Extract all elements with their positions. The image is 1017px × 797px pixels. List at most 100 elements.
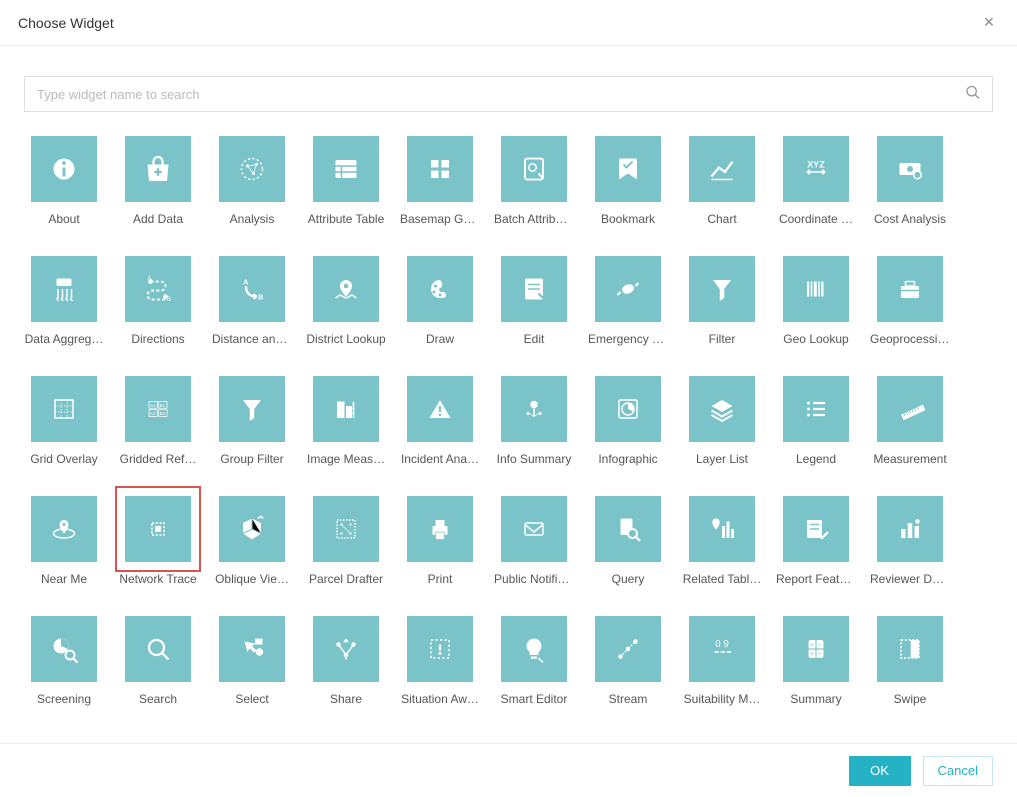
palette-icon (407, 256, 473, 322)
widget-label: Smart Editor (494, 692, 574, 706)
widget-label: Incident Ana… (400, 452, 480, 466)
widget-district-lookup[interactable]: District Lookup (306, 256, 386, 346)
search-input[interactable] (24, 76, 993, 112)
widget-print[interactable]: Print (400, 496, 480, 586)
widget-oblique-viewer[interactable]: Oblique Vie… (212, 496, 292, 586)
dialog-content: AboutAdd DataAnalysisAttribute TableBase… (0, 46, 1017, 743)
widget-swipe[interactable]: Swipe (870, 616, 950, 706)
widget-network-trace[interactable]: Network Trace (118, 496, 198, 586)
widget-label: Data Aggreg… (24, 332, 104, 346)
widget-summary[interactable]: +−×÷Summary (776, 616, 856, 706)
widget-gridded-ref[interactable]: A1B1A2B2Gridded Ref… (118, 376, 198, 466)
widget-incident-analysis[interactable]: Incident Ana… (400, 376, 480, 466)
widget-geoprocessing[interactable]: Geoprocessing (870, 256, 950, 346)
widget-label: Stream (588, 692, 668, 706)
search-wrap (24, 76, 993, 112)
widget-grid: AboutAdd DataAnalysisAttribute TableBase… (24, 136, 981, 706)
toolbox-icon (877, 256, 943, 322)
bars-mark-icon (877, 496, 943, 562)
widget-situation-aware[interactable]: Situation Aw… (400, 616, 480, 706)
widget-label: Image Meas… (306, 452, 386, 466)
widget-add-data[interactable]: Add Data (118, 136, 198, 226)
widget-chart[interactable]: Chart (682, 136, 762, 226)
widget-bookmark[interactable]: Bookmark (588, 136, 668, 226)
circle-net-icon (219, 136, 285, 202)
widget-smart-editor[interactable]: Smart Editor (494, 616, 574, 706)
widget-coordinate-conv[interactable]: XYZCoordinate … (776, 136, 856, 226)
widget-emergency-response[interactable]: Emergency R… (588, 256, 668, 346)
widget-label: Edit (494, 332, 574, 346)
list-icon (783, 376, 849, 442)
widget-reviewer-dash[interactable]: Reviewer Da… (870, 496, 950, 586)
widget-query[interactable]: Query (588, 496, 668, 586)
money-icon (877, 136, 943, 202)
widget-report-feature[interactable]: Report Feature (776, 496, 856, 586)
widget-basemap-gallery[interactable]: Basemap Ga… (400, 136, 480, 226)
calc-icon: +−×÷ (783, 616, 849, 682)
bag-plus-icon (125, 136, 191, 202)
widget-draw[interactable]: Draw (400, 256, 480, 346)
dash-bang-icon (407, 616, 473, 682)
swipe-icon (877, 616, 943, 682)
widget-directions[interactable]: ABDirections (118, 256, 198, 346)
widget-legend[interactable]: Legend (776, 376, 856, 466)
note-edit-icon (501, 256, 567, 322)
widget-filter[interactable]: Filter (682, 256, 762, 346)
widget-infographic[interactable]: Infographic (588, 376, 668, 466)
widget-label: Public Notific… (494, 572, 574, 586)
widget-label: Related Tabl… (682, 572, 762, 586)
widget-near-me[interactable]: Near Me (24, 496, 104, 586)
bookmark-icon (595, 136, 661, 202)
stream-icon (595, 616, 661, 682)
svg-text:B1: B1 (160, 403, 166, 408)
widget-image-meas[interactable]: Image Meas… (306, 376, 386, 466)
widget-label: Bookmark (588, 212, 668, 226)
dialog-header: Choose Widget × (0, 0, 1017, 46)
widget-label: Network Trace (118, 572, 198, 586)
pin-dots-icon (501, 376, 567, 442)
widget-cost-analysis[interactable]: Cost Analysis (870, 136, 950, 226)
cursor-shapes-icon (219, 616, 285, 682)
widget-grid-overlay[interactable]: Grid Overlay (24, 376, 104, 466)
svg-text:B: B (258, 293, 264, 302)
widget-data-aggregation[interactable]: Data Aggreg… (24, 256, 104, 346)
widget-parcel-drafter[interactable]: Parcel Drafter (306, 496, 386, 586)
svg-text:B2: B2 (160, 411, 166, 416)
widget-select[interactable]: Select (212, 616, 292, 706)
grid-dash-icon (31, 376, 97, 442)
widget-batch-attribute[interactable]: Batch Attribu… (494, 136, 574, 226)
ok-button[interactable]: OK (849, 756, 911, 786)
widget-about[interactable]: About (24, 136, 104, 226)
widget-label: Emergency R… (588, 332, 668, 346)
funnel-solid-icon (219, 376, 285, 442)
widget-related-table[interactable]: Related Tabl… (682, 496, 762, 586)
search-icon (965, 85, 981, 104)
widget-distance-direction[interactable]: ABDistance and… (212, 256, 292, 346)
widget-label: Swipe (870, 692, 950, 706)
widget-label: Batch Attribu… (494, 212, 574, 226)
box3d-icon (219, 496, 285, 562)
widget-analysis[interactable]: Analysis (212, 136, 292, 226)
svg-text:XYZ: XYZ (807, 160, 825, 170)
widget-label: Grid Overlay (24, 452, 104, 466)
widget-label: Oblique Vie… (212, 572, 292, 586)
widget-share[interactable]: Share (306, 616, 386, 706)
search-icon (125, 616, 191, 682)
widget-group-filter[interactable]: Group Filter (212, 376, 292, 466)
widget-public-notif[interactable]: Public Notific… (494, 496, 574, 586)
widget-edit[interactable]: Edit (494, 256, 574, 346)
widget-info-summary[interactable]: Info Summary (494, 376, 574, 466)
widget-grid-scroll[interactable]: AboutAdd DataAnalysisAttribute TableBase… (24, 136, 993, 743)
close-icon[interactable]: × (979, 12, 999, 33)
widget-attribute-table[interactable]: Attribute Table (306, 136, 386, 226)
barcode-icon (783, 256, 849, 322)
widget-geo-lookup[interactable]: Geo Lookup (776, 256, 856, 346)
widget-stream[interactable]: Stream (588, 616, 668, 706)
widget-screening[interactable]: Screening (24, 616, 104, 706)
widget-measurement[interactable]: Measurement (870, 376, 950, 466)
widget-suitability[interactable]: 0 9Suitability M… (682, 616, 762, 706)
cancel-button[interactable]: Cancel (923, 756, 993, 786)
widget-layer-list[interactable]: Layer List (682, 376, 762, 466)
widget-search[interactable]: Search (118, 616, 198, 706)
widget-label: Cost Analysis (870, 212, 950, 226)
